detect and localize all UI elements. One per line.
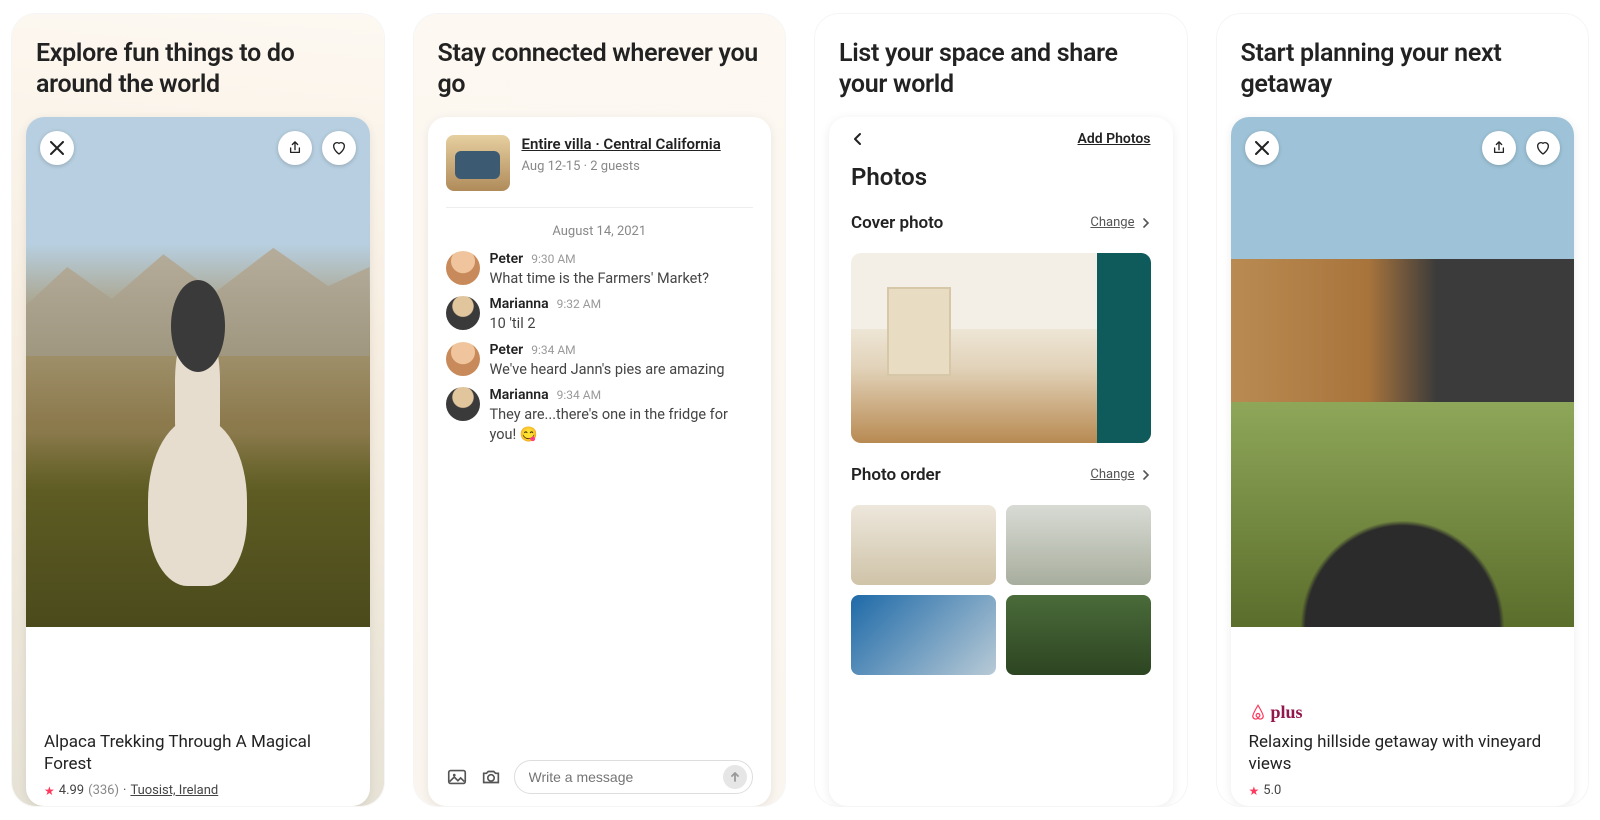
star-icon: ★ [1249, 784, 1260, 798]
message-author: Peter [490, 251, 524, 267]
photo-thumbnail[interactable] [1006, 595, 1151, 675]
message-text: 10 'til 2 [490, 314, 754, 334]
message-time: 9:32 AM [557, 297, 601, 311]
booking-thumbnail [446, 135, 510, 191]
listing-reviews: (336) [88, 783, 119, 798]
chat-message: Marianna 9:34 AM They are...there's one in… [446, 387, 754, 444]
close-button[interactable] [40, 131, 74, 165]
photos-manager: Add Photos Photos Cover photo Change Pho… [829, 117, 1173, 807]
change-order-link[interactable]: Change [1090, 467, 1150, 482]
chevron-right-icon [1141, 470, 1151, 480]
plus-label: plus [1271, 702, 1303, 723]
message-author: Peter [490, 342, 524, 358]
message-text: They are...there's one in the fridge for… [490, 405, 754, 444]
message-input[interactable] [514, 760, 754, 794]
listing-hero-image[interactable] [26, 117, 370, 627]
message-author: Marianna [490, 387, 549, 403]
avatar [446, 251, 480, 285]
listing-title: Alpaca Trekking Through A Magical Forest [44, 731, 352, 775]
messages-card: Entire villa · Central California Aug 12… [428, 117, 772, 807]
listing-card: plus Relaxing hillside getaway with vine… [1231, 117, 1575, 807]
listing-meta: ★ 4.99 (336) · Tuosist, Ireland [44, 783, 352, 798]
listing-rating: 5.0 [1263, 783, 1281, 798]
heart-button[interactable] [322, 131, 356, 165]
panel-title: List your space and share your world [815, 14, 1187, 117]
listing-title: Relaxing hillside getaway with vineyard … [1249, 731, 1557, 775]
cover-section-title: Cover photo [851, 213, 943, 233]
listing-meta: ★ 5.0 [1249, 783, 1557, 798]
message-text: What time is the Farmers' Market? [490, 269, 754, 289]
listing-hero-image[interactable] [1231, 117, 1575, 627]
avatar [446, 296, 480, 330]
booking-title: Entire villa · Central California [522, 135, 754, 154]
booking-dates: Aug 12-15 · 2 guests [522, 159, 754, 174]
booking-summary[interactable]: Entire villa · Central California Aug 12… [446, 135, 754, 208]
listing-rating: 4.99 [59, 783, 84, 798]
plus-badge: plus [1249, 702, 1557, 723]
message-time: 9:34 AM [531, 343, 575, 357]
message-author: Marianna [490, 296, 549, 312]
listing-card: Alpaca Trekking Through A Magical Forest… [26, 117, 370, 807]
panel-title: Explore fun things to do around the worl… [12, 14, 384, 117]
chat-message: Marianna 9:32 AM 10 'til 2 [446, 296, 754, 334]
screenshot-panel-getaway: Start planning your next getaway [1217, 14, 1589, 806]
listing-location[interactable]: Tuosist, Ireland [130, 783, 218, 798]
message-composer [446, 752, 754, 794]
change-cover-link[interactable]: Change [1090, 215, 1150, 230]
avatar [446, 387, 480, 421]
close-button[interactable] [1245, 131, 1279, 165]
avatar [446, 342, 480, 376]
screenshot-panel-explore: Explore fun things to do around the worl… [12, 14, 384, 806]
star-icon: ★ [44, 784, 55, 798]
gallery-icon[interactable] [446, 766, 468, 788]
message-text: We've heard Jann's pies are amazing [490, 360, 754, 380]
share-button[interactable] [1482, 131, 1516, 165]
chat-message: Peter 9:30 AM What time is the Farmers' Ma… [446, 251, 754, 289]
back-button[interactable] [851, 132, 865, 146]
screenshot-panel-messages: Stay connected wherever you go Entire vi… [414, 14, 786, 806]
photo-thumbnail[interactable] [851, 595, 996, 675]
chevron-right-icon [1141, 218, 1151, 228]
chat-message: Peter 9:34 AM We've heard Jann's pies are … [446, 342, 754, 380]
photo-thumbnail[interactable] [851, 505, 996, 585]
camera-icon[interactable] [480, 766, 502, 788]
share-button[interactable] [278, 131, 312, 165]
airbnb-logo-icon [1249, 703, 1267, 721]
screenshot-panel-list-space: List your space and share your world Add… [815, 14, 1187, 806]
photo-thumbnail[interactable] [1006, 505, 1151, 585]
cover-photo[interactable] [851, 253, 1151, 443]
message-time: 9:34 AM [557, 388, 601, 402]
photos-heading: Photos [851, 163, 1151, 191]
date-divider: August 14, 2021 [446, 224, 754, 239]
message-time: 9:30 AM [531, 252, 575, 266]
add-photos-link[interactable]: Add Photos [1078, 131, 1151, 147]
photo-order-title: Photo order [851, 465, 941, 485]
send-button[interactable] [723, 765, 747, 789]
heart-button[interactable] [1526, 131, 1560, 165]
panel-title: Stay connected wherever you go [414, 14, 786, 117]
panel-title: Start planning your next getaway [1217, 14, 1589, 117]
